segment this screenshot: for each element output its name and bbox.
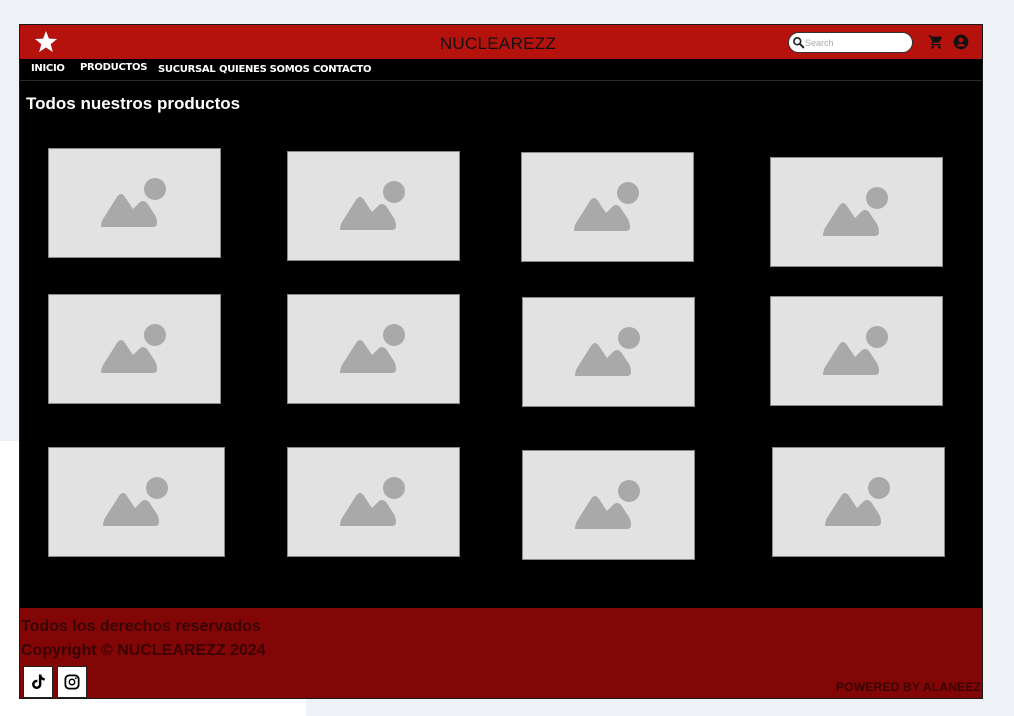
footer-rights: Todos los derechos reservados: [21, 618, 261, 635]
tiktok-icon: [32, 674, 45, 690]
image-placeholder-icon: [339, 181, 405, 230]
image-placeholder-icon: [100, 178, 166, 227]
product-card[interactable]: [287, 294, 460, 404]
search-box[interactable]: [788, 32, 913, 53]
nav-item-inicio[interactable]: INICIO: [31, 63, 65, 74]
footer: Todos los derechos reservados Copyright …: [20, 608, 982, 698]
image-placeholder-icon: [574, 327, 640, 376]
instagram-link[interactable]: [57, 666, 87, 698]
page-title: Todos nuestros productos: [26, 94, 241, 113]
search-icon: [793, 37, 805, 49]
image-placeholder-icon: [574, 480, 640, 529]
nav-item-quienes-somos[interactable]: QUIENES SOMOS: [219, 64, 310, 75]
powered-by: POWERED BY ALANEEZ: [836, 680, 981, 694]
image-placeholder-icon: [100, 324, 166, 373]
image-placeholder-icon: [102, 477, 168, 526]
product-card[interactable]: [770, 157, 943, 267]
product-card[interactable]: [287, 447, 460, 557]
product-card[interactable]: [522, 450, 695, 560]
search-input[interactable]: [805, 37, 905, 48]
product-card[interactable]: [48, 294, 221, 404]
top-bar: NUCLEAREZZ: [20, 25, 982, 59]
image-placeholder-icon: [573, 182, 639, 231]
page-frame: NUCLEAREZZ INICIO PRODUCTOS SUCURSAL QUI…: [19, 24, 983, 699]
cart-icon[interactable]: [928, 34, 944, 50]
instagram-icon: [64, 674, 80, 690]
image-placeholder-icon: [339, 324, 405, 373]
product-card[interactable]: [772, 447, 945, 557]
product-card[interactable]: [48, 447, 225, 557]
image-placeholder-icon: [822, 326, 888, 375]
nav-item-contacto[interactable]: CONTACTO: [313, 64, 372, 75]
product-card[interactable]: [522, 297, 695, 407]
product-card[interactable]: [770, 296, 943, 406]
product-card[interactable]: [48, 148, 221, 258]
image-placeholder-icon: [824, 477, 890, 526]
main-nav: INICIO PRODUCTOS SUCURSAL QUIENES SOMOS …: [20, 59, 982, 81]
tiktok-link[interactable]: [23, 666, 53, 698]
image-placeholder-icon: [822, 187, 888, 236]
product-card[interactable]: [287, 151, 460, 261]
nav-item-productos[interactable]: PRODUCTOS: [80, 62, 147, 73]
product-card[interactable]: [521, 152, 694, 262]
footer-copyright: Copyright © NUCLEAREZZ 2024: [21, 642, 266, 659]
image-placeholder-icon: [339, 477, 405, 526]
user-account-icon[interactable]: [953, 34, 969, 50]
nav-item-sucursal[interactable]: SUCURSAL: [158, 64, 216, 75]
